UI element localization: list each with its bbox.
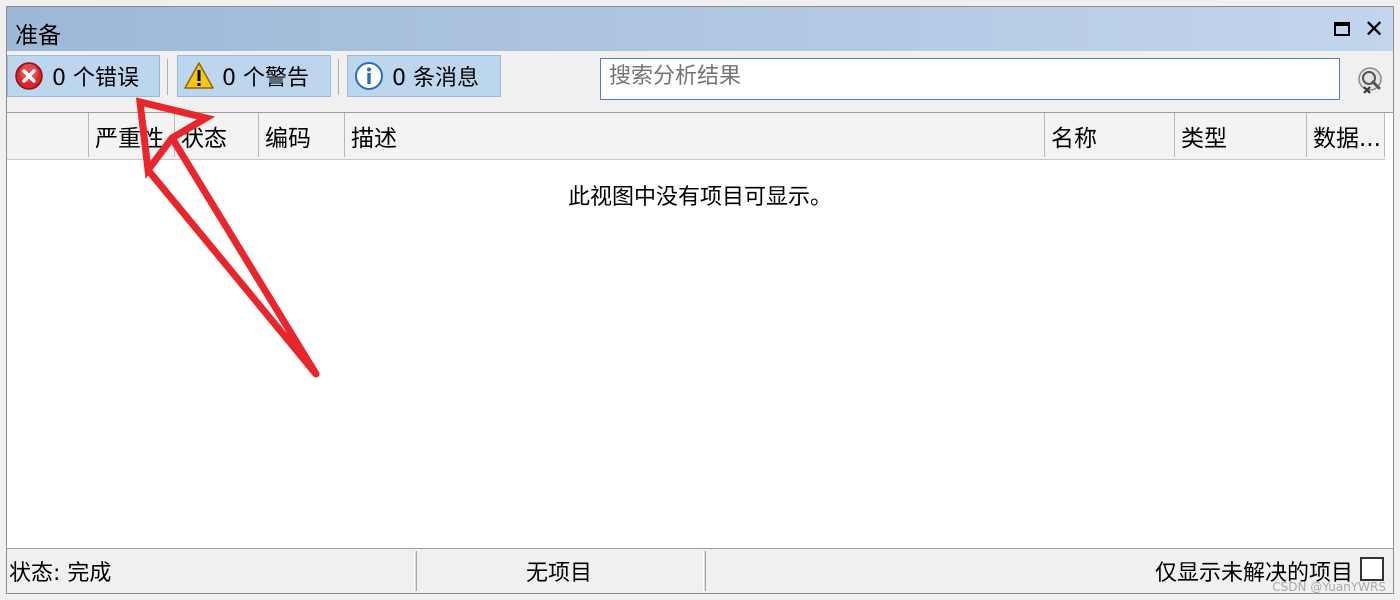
warnings-count-label: 0 个警告 xyxy=(222,66,309,91)
status-divider xyxy=(414,551,417,591)
title-bar: 准备 ✕ xyxy=(7,7,1393,51)
unresolved-only-checkbox[interactable] xyxy=(1360,557,1384,581)
close-button[interactable]: ✕ xyxy=(1361,16,1387,42)
watermark: CSDN @YuanYWRS xyxy=(1272,580,1386,594)
column-header-data[interactable]: 数据... xyxy=(1307,113,1385,157)
status-text: 状态: 完成 xyxy=(9,561,112,586)
column-header-description[interactable]: 描述 xyxy=(345,113,1045,157)
toolbar-separator xyxy=(167,59,168,95)
error-list-panel: 准备 ✕ 0 个错误 0 个警告 0 条消息 搜索分析结果 严重性 状态 编码 … xyxy=(6,6,1394,594)
item-count-text: 无项目 xyxy=(525,561,592,586)
column-header-type[interactable]: 类型 xyxy=(1175,113,1307,157)
column-header-status[interactable]: 状态 xyxy=(175,113,259,157)
messages-filter-button[interactable]: 0 条消息 xyxy=(347,55,501,97)
errors-filter-button[interactable]: 0 个错误 xyxy=(7,55,160,97)
search-input[interactable] xyxy=(609,64,1331,89)
column-header-blank[interactable] xyxy=(7,113,89,157)
column-header-code[interactable]: 编码 xyxy=(259,113,345,157)
results-grid: 严重性 状态 编码 描述 名称 类型 数据... 此视图中没有项目可显示。 xyxy=(7,112,1393,548)
errors-count-label: 0 个错误 xyxy=(52,66,139,91)
warning-icon xyxy=(184,62,214,89)
search-clear-icon[interactable] xyxy=(1355,65,1387,97)
warnings-filter-button[interactable]: 0 个警告 xyxy=(177,55,331,97)
search-box[interactable] xyxy=(600,58,1340,100)
column-header-severity[interactable]: 严重性 xyxy=(89,113,175,157)
panel-title: 准备 xyxy=(15,23,61,49)
maximize-button[interactable] xyxy=(1329,16,1355,42)
column-header-row: 严重性 状态 编码 描述 名称 类型 数据... xyxy=(7,113,1385,160)
error-icon xyxy=(15,62,43,90)
toolbar-separator xyxy=(338,59,339,95)
status-bar: 状态: 完成 无项目 仅显示未解决的项目 xyxy=(7,548,1393,593)
empty-list-message: 此视图中没有项目可显示。 xyxy=(567,185,832,210)
info-icon xyxy=(355,62,383,90)
maximize-icon xyxy=(1334,22,1350,36)
column-header-name[interactable]: 名称 xyxy=(1045,113,1175,157)
close-icon: ✕ xyxy=(1363,15,1385,43)
status-divider xyxy=(703,551,706,591)
filter-toolbar: 0 个错误 0 个警告 0 条消息 xyxy=(7,53,1393,107)
messages-count-label: 0 条消息 xyxy=(392,66,479,91)
